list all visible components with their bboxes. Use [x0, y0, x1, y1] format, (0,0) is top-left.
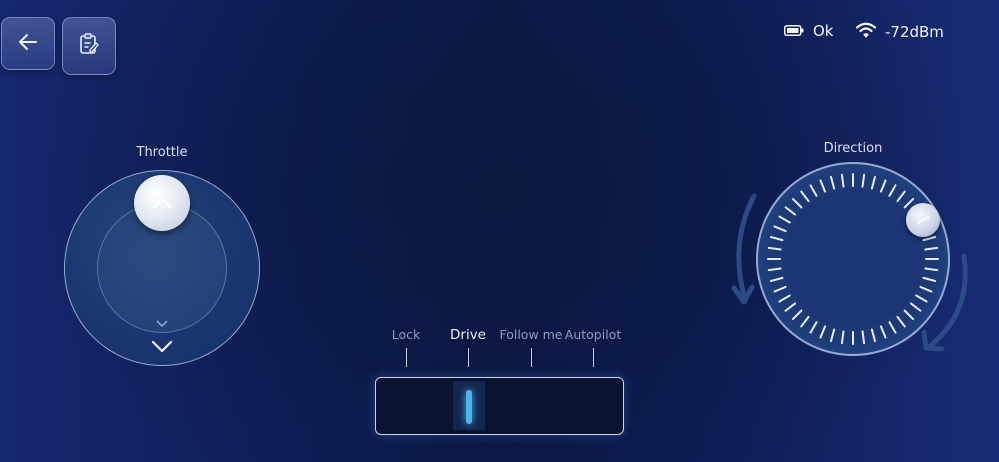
dial-tick [870, 175, 876, 190]
dial-tick [791, 309, 803, 321]
clipboard-edit-icon [78, 32, 100, 60]
dial-tick [809, 321, 818, 334]
dial-tick [809, 184, 818, 197]
dial-tick [861, 173, 866, 188]
mode-slider-indicator [466, 390, 472, 424]
mode-tick-follow-me [531, 348, 532, 367]
mode-slider-track[interactable] [375, 377, 624, 435]
dial-tick [879, 179, 887, 193]
dial-tick [922, 236, 937, 242]
direction-knob[interactable] [906, 203, 940, 237]
signal-strength-text: -72dBm [885, 23, 944, 41]
throttle-label: Throttle [136, 145, 188, 160]
dial-tick [888, 321, 897, 334]
dial-tick [819, 325, 827, 339]
chevron-down-small-icon [156, 313, 168, 332]
dial-tick [773, 225, 787, 233]
dial-tick [791, 197, 803, 209]
dial-tick [903, 309, 915, 321]
dial-tick [919, 285, 933, 293]
dial-tick [924, 246, 939, 251]
direction-label: Direction [823, 141, 883, 156]
dial-tick [784, 302, 797, 312]
mode-option-drive[interactable]: Drive [450, 327, 486, 343]
throttle-knob[interactable] [134, 175, 190, 231]
dial-tick [819, 179, 827, 193]
dial-tick [888, 184, 897, 197]
mode-slider-handle[interactable] [453, 381, 485, 430]
dial-tick [778, 215, 791, 224]
mode-option-autopilot[interactable]: Autopilot [565, 327, 621, 342]
dial-tick [830, 175, 836, 190]
dial-tick [922, 276, 937, 282]
dial-tick [830, 328, 836, 343]
direction-dial[interactable] [756, 162, 950, 356]
dial-tick [767, 267, 782, 272]
mode-option-lock[interactable]: Lock [392, 327, 421, 342]
mode-tick-autopilot [593, 348, 594, 367]
battery-status-text: Ok [813, 22, 834, 40]
dial-tick [840, 173, 845, 188]
dial-tick [924, 267, 939, 272]
battery-status: Ok [784, 22, 834, 40]
dial-tick [769, 236, 784, 242]
back-button[interactable] [1, 17, 55, 70]
dial-tick [800, 315, 810, 328]
notes-button[interactable] [62, 17, 116, 75]
dial-tick [767, 246, 782, 251]
dial-tick [800, 190, 810, 203]
dial-tick [896, 190, 906, 203]
mode-option-follow-me[interactable]: Follow me [499, 327, 562, 342]
chevron-down-icon[interactable] [151, 338, 173, 357]
dial-tick [778, 294, 791, 303]
dial-tick [915, 294, 928, 303]
dial-tick [861, 330, 866, 345]
mode-tick-lock [406, 348, 407, 367]
signal-status: -72dBm [855, 22, 944, 42]
dial-tick [773, 285, 787, 293]
dial-tick [784, 206, 797, 216]
arrow-left-icon [17, 31, 39, 57]
dial-tick [840, 330, 845, 345]
battery-icon [784, 22, 804, 40]
dial-tick [769, 276, 784, 282]
dial-tick [870, 328, 876, 343]
wifi-icon [855, 22, 877, 42]
chevron-up-icon [152, 194, 172, 213]
dial-tick [896, 315, 906, 328]
dial-tick [909, 302, 922, 312]
dial-tick [879, 325, 887, 339]
direction-dial-ticks [767, 173, 939, 345]
mode-tick-drive [468, 348, 469, 367]
